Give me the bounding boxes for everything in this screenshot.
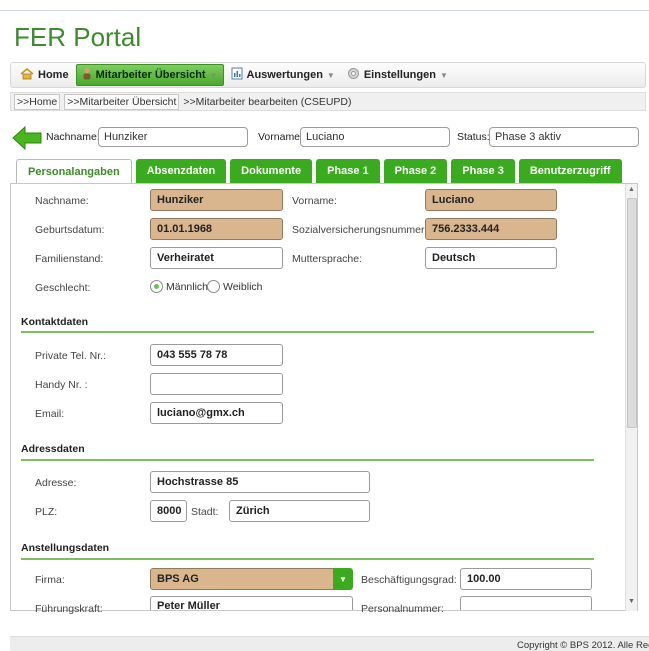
city-label: Stadt: bbox=[191, 506, 219, 518]
copyright-text: Copyright © BPS 2012. Alle Rechte vorbeh… bbox=[517, 640, 649, 651]
staffno-label: Personalnummer: bbox=[361, 603, 444, 615]
menu-home[interactable]: Home bbox=[15, 64, 74, 86]
civil-status-field[interactable]: Verheiratet bbox=[150, 247, 283, 269]
app-title: FER Portal bbox=[14, 22, 142, 52]
gear-icon bbox=[347, 67, 360, 83]
menu-employees[interactable]: Mitarbeiter Übersicht ▼ bbox=[75, 64, 224, 86]
chevron-down-icon: ▼ bbox=[439, 70, 448, 80]
main-menu: Home Mitarbeiter Übersicht ▼ Auswertunge… bbox=[10, 62, 646, 88]
tab-absenzdaten[interactable]: Absenzdaten bbox=[135, 159, 227, 183]
tab-phase-3[interactable]: Phase 3 bbox=[451, 159, 515, 183]
home-icon bbox=[20, 67, 34, 83]
header-status-label: Status: bbox=[457, 131, 490, 143]
section-contact: Kontaktdaten bbox=[21, 316, 89, 328]
section-employment: Anstellungsdaten bbox=[21, 542, 110, 554]
lastname-label: Nachname: bbox=[35, 195, 89, 207]
street-label: Adresse: bbox=[35, 477, 77, 489]
staffno-field[interactable] bbox=[460, 596, 592, 610]
breadcrumb-home[interactable]: >>Home bbox=[14, 93, 61, 110]
zip-field[interactable]: 8000 bbox=[150, 500, 187, 522]
scrollbar-thumb[interactable] bbox=[627, 198, 637, 428]
company-select[interactable]: BPS AG bbox=[150, 568, 334, 590]
header-firstname-field[interactable]: Luciano bbox=[300, 127, 450, 147]
birthdate-label: Geburtsdatum: bbox=[35, 224, 105, 236]
lastname-field: Hunziker bbox=[150, 189, 283, 211]
tab-phase-1[interactable]: Phase 1 bbox=[316, 159, 380, 183]
person-icon bbox=[82, 67, 92, 83]
gender-label: Geschlecht: bbox=[35, 282, 91, 294]
chevron-down-icon: ▼ bbox=[209, 70, 218, 80]
radio-unselected-icon bbox=[207, 280, 220, 293]
section-divider bbox=[21, 459, 594, 461]
menu-employees-label: Mitarbeiter Übersicht bbox=[95, 69, 206, 81]
back-arrow-icon[interactable] bbox=[12, 125, 42, 153]
menu-reports-label: Auswertungen bbox=[246, 69, 323, 81]
breadcrumb-current: >>Mitarbeiter bearbeiten (CSEUPD) bbox=[183, 95, 352, 108]
gender-male-label: Männlich bbox=[166, 280, 209, 293]
tab-personalangaben[interactable]: Personalangaben bbox=[16, 159, 132, 183]
breadcrumb-employees[interactable]: >>Mitarbeiter Übersicht bbox=[64, 93, 180, 110]
manager-label: Führungskraft: bbox=[35, 603, 103, 615]
header-lastname-field[interactable]: Hunziker bbox=[98, 127, 248, 147]
phone-label: Private Tel. Nr.: bbox=[35, 350, 106, 362]
section-address: Adressdaten bbox=[21, 443, 85, 455]
degree-label: Beschäftigungsgrad: bbox=[361, 574, 457, 586]
scroll-down-icon[interactable]: ▼ bbox=[628, 598, 635, 605]
ssn-label: Sozialversicherungsnummer: bbox=[292, 224, 428, 236]
firstname-label: Vorname: bbox=[292, 195, 337, 207]
gender-male-radio[interactable]: Männlich bbox=[150, 280, 208, 293]
menu-settings-label: Einstellungen bbox=[363, 69, 436, 81]
header-status-field[interactable]: Phase 3 aktiv bbox=[489, 127, 639, 147]
menu-settings[interactable]: Einstellungen ▼ bbox=[342, 64, 453, 86]
civil-status-label: Familienstand: bbox=[35, 253, 104, 265]
gender-female-label: Weiblich bbox=[223, 280, 263, 293]
tab-bar: Personalangaben Absenzdaten Dokumente Ph… bbox=[16, 159, 626, 183]
mobile-label: Handy Nr. : bbox=[35, 379, 88, 391]
footer: Copyright © BPS 2012. Alle Rechte vorbeh… bbox=[10, 636, 649, 651]
chevron-down-icon[interactable]: ▼ bbox=[333, 568, 353, 590]
birthdate-field: 01.01.1968 bbox=[150, 218, 283, 240]
email-field[interactable]: luciano@gmx.ch bbox=[150, 402, 283, 424]
header-lastname-label: Nachname: bbox=[46, 131, 100, 143]
section-divider bbox=[21, 558, 594, 560]
degree-field[interactable]: 100.00 bbox=[460, 568, 592, 590]
street-field[interactable]: Hochstrasse 85 bbox=[150, 471, 370, 493]
phone-field[interactable]: 043 555 78 78 bbox=[150, 344, 283, 366]
zip-label: PLZ: bbox=[35, 506, 58, 518]
tab-benutzerzugriff[interactable]: Benutzerzugriff bbox=[518, 159, 622, 183]
language-label: Muttersprache: bbox=[292, 253, 363, 265]
email-label: Email: bbox=[35, 408, 65, 420]
scroll-up-icon[interactable]: ▲ bbox=[628, 186, 635, 193]
section-divider bbox=[21, 331, 594, 333]
city-field[interactable]: Zürich bbox=[229, 500, 370, 522]
company-label: Firma: bbox=[35, 574, 65, 586]
mobile-field[interactable] bbox=[150, 373, 283, 395]
top-divider bbox=[0, 10, 649, 11]
vertical-scrollbar[interactable]: ▲ ▼ bbox=[625, 184, 637, 611]
breadcrumb: >>Home >>Mitarbeiter Übersicht >>Mitarbe… bbox=[10, 92, 646, 111]
report-icon bbox=[231, 67, 243, 83]
firstname-field: Luciano bbox=[425, 189, 557, 211]
header-firstname-label: Vorname: bbox=[258, 131, 303, 143]
tab-phase-2[interactable]: Phase 2 bbox=[383, 159, 448, 183]
radio-selected-icon bbox=[150, 280, 163, 293]
gender-female-radio[interactable]: Weiblich bbox=[207, 280, 263, 293]
menu-home-label: Home bbox=[38, 69, 69, 81]
tab-dokumente[interactable]: Dokumente bbox=[230, 159, 313, 183]
chevron-down-icon: ▼ bbox=[326, 70, 335, 80]
ssn-field: 756.2333.444 bbox=[425, 218, 557, 240]
language-field[interactable]: Deutsch bbox=[425, 247, 557, 269]
menu-reports[interactable]: Auswertungen ▼ bbox=[226, 64, 340, 86]
manager-field[interactable]: Peter Müller bbox=[150, 596, 353, 610]
